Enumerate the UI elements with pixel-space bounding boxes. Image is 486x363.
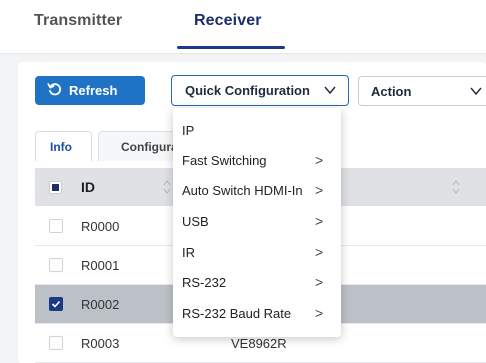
active-tab-indicator — [177, 46, 285, 49]
row-checkbox[interactable] — [49, 336, 63, 350]
menu-item-rs-232-baud-rate[interactable]: RS-232 Baud Rate > — [173, 299, 341, 327]
tab-transmitter[interactable]: Transmitter — [34, 12, 122, 30]
column-header-id[interactable]: ID — [81, 179, 95, 195]
refresh-label: Refresh — [69, 83, 118, 98]
row-id: R0003 — [81, 336, 120, 351]
subtab-configuration[interactable]: Configura — [98, 131, 178, 161]
chevron-right-icon: > — [315, 213, 324, 229]
menu-item-label: Auto Switch HDMI-In — [182, 182, 303, 198]
menu-item-label: RS-232 Baud Rate — [182, 305, 292, 321]
check-icon — [51, 300, 61, 308]
tab-receiver[interactable]: Receiver — [194, 12, 262, 30]
select-all-checkbox[interactable] — [49, 181, 62, 194]
menu-item-label: IR — [182, 244, 195, 260]
quick-configuration-label: Quick Configuration — [185, 83, 310, 98]
menu-item-label: USB — [182, 213, 209, 229]
row-checkbox[interactable] — [49, 297, 63, 311]
quick-configuration-menu: IP Fast Switching > Auto Switch HDMI-In … — [173, 108, 341, 337]
refresh-button[interactable]: Refresh — [35, 76, 145, 105]
menu-item-auto-switch-hdmi-in[interactable]: Auto Switch HDMI-In > — [173, 176, 341, 204]
menu-item-usb[interactable]: USB > — [173, 207, 341, 235]
menu-item-rs-232[interactable]: RS-232 > — [173, 268, 341, 296]
action-label: Action — [371, 83, 412, 99]
chevron-right-icon: > — [315, 274, 324, 290]
row-checkbox[interactable] — [49, 219, 63, 233]
sort-icon[interactable] — [163, 180, 171, 194]
row-id: R0000 — [81, 219, 120, 234]
sort-icon[interactable] — [452, 180, 460, 194]
chevron-right-icon: > — [315, 244, 324, 260]
subtab-info[interactable]: Info — [35, 131, 92, 161]
row-checkbox[interactable] — [49, 258, 63, 272]
menu-item-label: IP — [182, 122, 195, 138]
row-id: R0002 — [81, 297, 120, 312]
chevron-right-icon: > — [315, 305, 324, 321]
row-id: R0001 — [81, 258, 120, 273]
top-tab-bar: Transmitter Receiver — [0, 0, 486, 54]
menu-item-ip[interactable]: IP — [173, 116, 341, 144]
action-button[interactable]: Action — [358, 76, 486, 106]
menu-item-label: RS-232 — [182, 274, 227, 290]
menu-item-ir[interactable]: IR > — [173, 238, 341, 266]
quick-configuration-button[interactable]: Quick Configuration — [171, 75, 349, 106]
chevron-right-icon: > — [315, 182, 324, 198]
chevron-right-icon: > — [315, 152, 324, 168]
menu-item-fast-switching[interactable]: Fast Switching > — [173, 146, 341, 174]
chevron-down-icon — [469, 84, 483, 101]
chevron-down-icon — [323, 83, 337, 100]
menu-item-label: Fast Switching — [182, 152, 267, 168]
refresh-icon — [47, 81, 63, 100]
row-name: VE8962R — [231, 336, 287, 351]
